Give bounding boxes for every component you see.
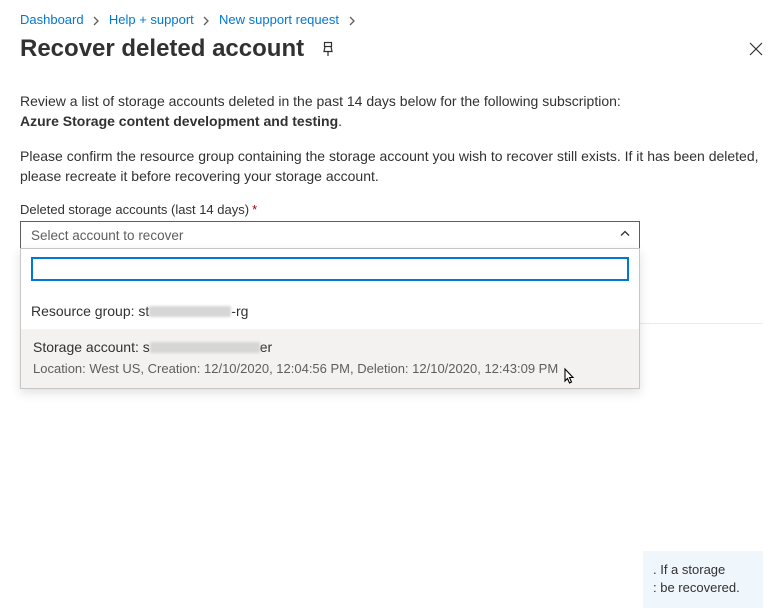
intro-text: Review a list of storage accounts delete… (20, 91, 763, 132)
pin-icon[interactable] (320, 41, 336, 57)
accounts-dropdown: Resource group: st-rg Storage account: s… (20, 248, 640, 389)
chevron-right-icon (91, 12, 101, 27)
confirm-text: Please confirm the resource group contai… (20, 146, 763, 187)
close-icon[interactable] (749, 42, 763, 56)
storage-account-option[interactable]: Storage account: ser Location: West US, … (21, 329, 639, 388)
breadcrumb-item-new-support-request[interactable]: New support request (219, 12, 339, 27)
subscription-name: Azure Storage content development and te… (20, 113, 338, 129)
info-banner-fragment: . If a storage : be recovered. (643, 551, 763, 607)
page-title: Recover deleted account (20, 35, 304, 63)
chevron-up-icon (619, 228, 631, 243)
option-title: Storage account: ser (33, 339, 627, 355)
field-label-deleted-accounts: Deleted storage accounts (last 14 days)* (20, 202, 763, 217)
select-placeholder: Select account to recover (31, 228, 183, 243)
dropdown-search-input[interactable] (31, 257, 629, 281)
chevron-right-icon (347, 12, 357, 27)
breadcrumb-item-dashboard[interactable]: Dashboard (20, 12, 84, 27)
resource-group-label: Resource group: st-rg (31, 303, 629, 319)
deleted-accounts-select[interactable]: Select account to recover (20, 221, 640, 249)
cursor-icon (559, 367, 577, 390)
breadcrumb: Dashboard Help + support New support req… (20, 12, 763, 27)
breadcrumb-item-help-support[interactable]: Help + support (109, 12, 194, 27)
chevron-right-icon (201, 12, 211, 27)
option-meta: Location: West US, Creation: 12/10/2020,… (33, 361, 627, 376)
